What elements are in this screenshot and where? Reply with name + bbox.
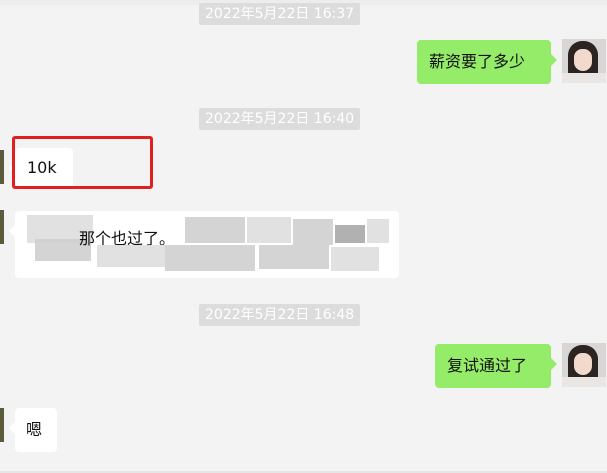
avatar-contact-edge[interactable] xyxy=(0,408,4,442)
avatar-contact-edge[interactable] xyxy=(0,210,4,244)
avatar-self[interactable] xyxy=(562,39,606,83)
timestamp-1: 2022年5月22日 16:37 xyxy=(199,3,361,25)
message-text: 嗯 xyxy=(26,420,43,439)
timestamp-2: 2022年5月22日 16:40 xyxy=(199,108,361,130)
message-bubble-blurred[interactable]: 那个也过了。 xyxy=(9,211,399,278)
chat-history-panel: 2022年5月22日 16:37 薪资要了多少 2022年5月22日 16:40… xyxy=(0,0,607,473)
timestamp-3: 2022年5月22日 16:48 xyxy=(199,304,361,326)
message-text: 薪资要了多少 xyxy=(429,52,526,71)
message-text: 复试通过了 xyxy=(447,356,528,375)
message-bubble-salary-question[interactable]: 薪资要了多少 xyxy=(417,40,557,84)
avatar-self[interactable] xyxy=(562,343,606,387)
message-bubble-reply-ok[interactable]: 嗯 xyxy=(9,408,57,452)
avatar-contact-edge[interactable] xyxy=(0,150,4,184)
message-bubble-retest-passed[interactable]: 复试通过了 xyxy=(435,344,557,388)
red-highlight-box xyxy=(12,136,153,189)
